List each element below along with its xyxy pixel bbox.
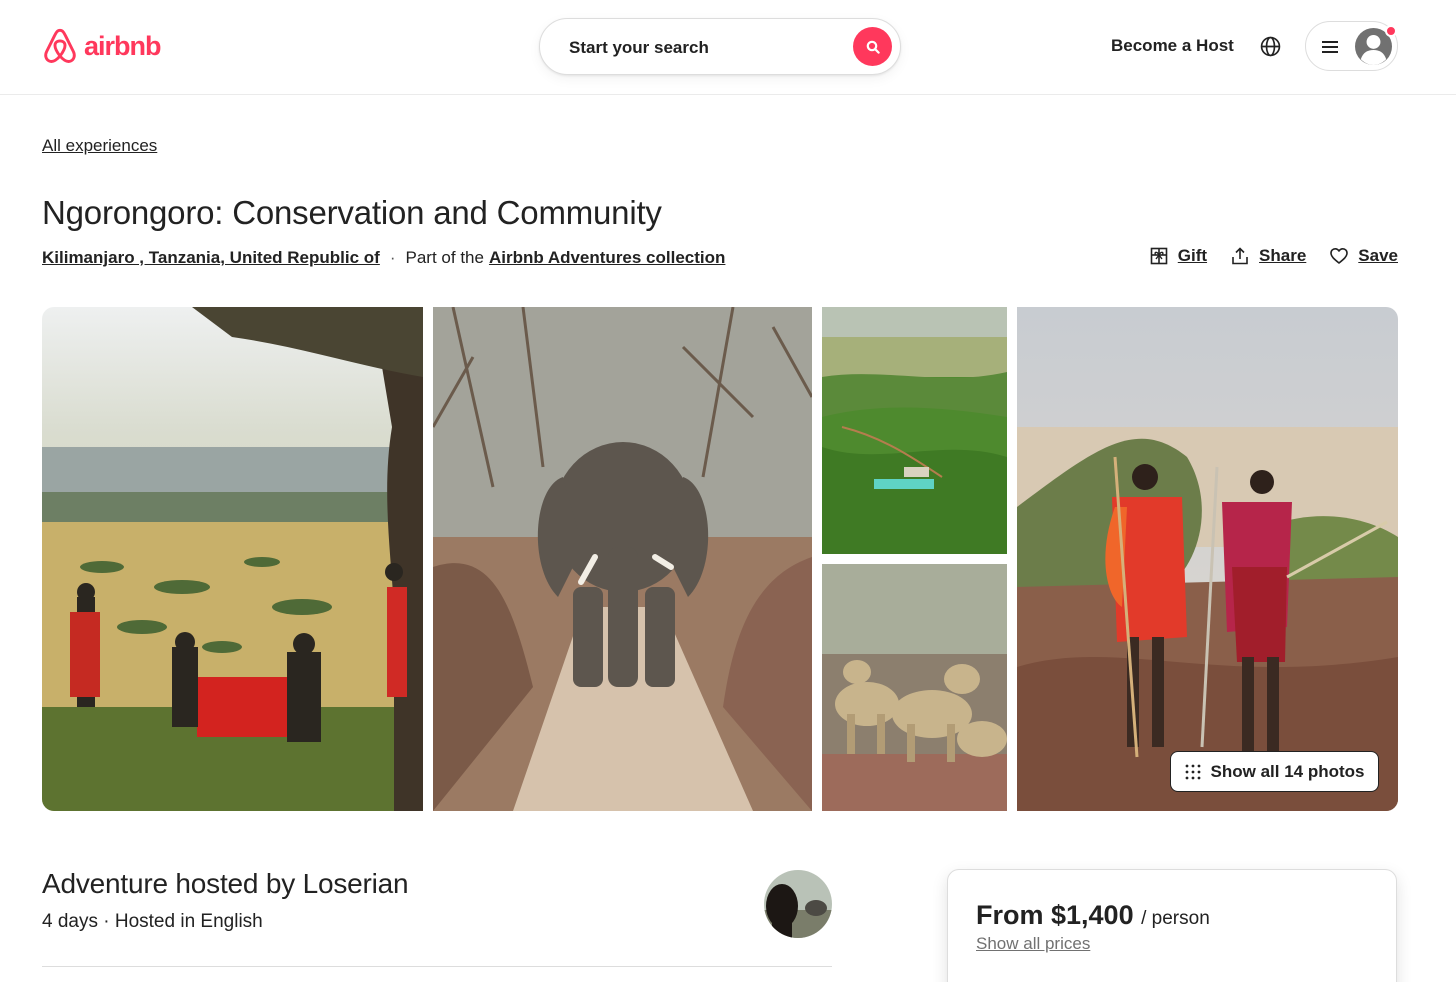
gift-label: Gift (1177, 246, 1208, 265)
save-label: Save (1358, 246, 1398, 265)
photo-gallery (42, 307, 1398, 811)
all-experiences-link[interactable]: All experiences (42, 136, 157, 156)
show-all-photos-button[interactable]: Show all 14 photos (1170, 751, 1379, 792)
location-link[interactable]: Kilimanjaro , Tanzania, United Republic … (42, 248, 380, 268)
search-placeholder: Start your search (569, 38, 709, 57)
host-avatar[interactable] (764, 870, 832, 938)
grid-dots-icon (1185, 764, 1200, 779)
gift-button[interactable]: Gift (1150, 246, 1207, 266)
aerial-lodge-photo[interactable] (822, 307, 1007, 554)
page-title: Ngorongoro: Conservation and Community (42, 194, 662, 231)
price-unit: / person (1141, 908, 1210, 929)
booking-card: From $1,400 / person Show all prices (947, 869, 1397, 982)
safari-dinner-photo[interactable] (42, 307, 423, 811)
collection-link[interactable]: Airbnb Adventures collection (489, 248, 725, 268)
collection-prefix: Part of the (405, 248, 484, 267)
listing-subline: Kilimanjaro , Tanzania, United Republic … (42, 248, 725, 268)
airbnb-logo-icon (44, 28, 76, 63)
logo-wordmark: airbnb (84, 30, 162, 61)
notification-dot (1385, 25, 1397, 37)
host-subtitle: 4 days · Hosted in English (42, 911, 263, 932)
user-menu-button[interactable] (1305, 21, 1398, 71)
price-value: From $1,400 (976, 900, 1134, 930)
site-header: airbnb Start your search Become a Host (0, 0, 1456, 95)
listing-actions: Gift Share Save (1150, 246, 1398, 266)
separator-dot: · (389, 248, 396, 267)
elephant-photo[interactable] (433, 307, 812, 811)
heart-icon (1330, 248, 1349, 264)
search-button[interactable] (853, 27, 892, 66)
lions-photo[interactable] (822, 564, 1007, 811)
show-all-prices-link[interactable]: Show all prices (976, 934, 1090, 954)
airbnb-logo[interactable]: airbnb (42, 27, 162, 65)
share-icon (1232, 247, 1248, 265)
hamburger-icon (1322, 41, 1338, 53)
share-label: Share (1259, 246, 1307, 265)
maasai-warriors-photo[interactable] (1017, 307, 1398, 811)
price-display: From $1,400 / person (976, 900, 1210, 931)
section-divider (42, 966, 832, 967)
show-all-label: Show all 14 photos (1210, 761, 1365, 781)
host-title: Adventure hosted by Loserian (42, 868, 409, 899)
search-bar[interactable]: Start your search (539, 18, 901, 75)
gift-icon (1150, 247, 1168, 265)
search-icon (866, 40, 880, 54)
save-button[interactable]: Save (1330, 246, 1398, 266)
globe-icon[interactable] (1260, 36, 1281, 57)
share-button[interactable]: Share (1231, 246, 1306, 266)
become-host-link[interactable]: Become a Host (1111, 36, 1234, 56)
